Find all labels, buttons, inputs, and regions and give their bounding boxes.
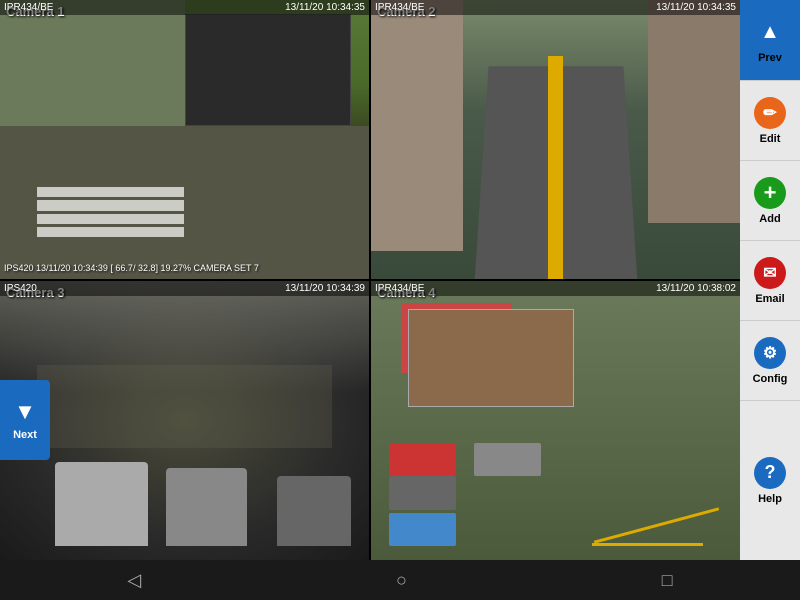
camera-cell-4[interactable]: IPR434/BE 13/11/20 10:38:02 Camera 4 [371,281,740,560]
prev-button[interactable]: ▲ Prev [740,0,800,80]
email-icon: ✉ [754,257,786,289]
help-label: Help [758,493,782,505]
add-label: Add [759,213,780,225]
cam1-header: IPR434/BE 13/11/20 10:34:35 [0,0,369,15]
prev-label: Prev [758,52,782,64]
camera-cell-2[interactable]: IPR434/BE 13/11/20 10:34:35 Camera 2 [371,0,740,279]
cam1-timestamp: 13/11/20 10:34:35 [285,2,365,13]
back-button[interactable]: ◁ [107,566,161,595]
cam2-timestamp: 13/11/20 10:34:35 [656,2,736,13]
email-button[interactable]: ✉ Email [740,240,800,320]
help-button[interactable]: ? Help [740,400,800,560]
config-label: Config [753,373,788,385]
cam3-timestamp: 13/11/20 10:34:39 [285,283,365,294]
home-button[interactable]: ○ [376,566,427,595]
next-button[interactable]: ▼ Next [0,380,50,460]
android-nav-bar: ◁ ○ □ [0,560,800,600]
edit-icon: ✏ [754,97,786,129]
cam4-timestamp: 13/11/20 10:38:02 [656,283,736,294]
camera-cell-3[interactable]: IPS420 13/11/20 10:34:39 Camera 3 [0,281,369,560]
camera-grid: IPR434/BE 13/11/20 10:34:35 Camera 1 IPS… [0,0,740,560]
main-container: IPR434/BE 13/11/20 10:34:35 Camera 1 IPS… [0,0,800,560]
next-label: Next [13,429,37,441]
config-button[interactable]: ⚙ Config [740,320,800,400]
cam4-device: IPR434/BE [375,283,424,294]
recents-button[interactable]: □ [642,566,693,595]
cam2-device: IPR434/BE [375,2,424,13]
cam2-header: IPR434/BE 13/11/20 10:34:35 [371,0,740,15]
help-icon: ? [754,457,786,489]
camera-cell-1[interactable]: IPR434/BE 13/11/20 10:34:35 Camera 1 IPS… [0,0,369,279]
next-arrow-icon: ▼ [14,399,36,425]
cam1-info: IPS420 13/11/20 10:34:39 [ 66.7/ 32.8] 1… [4,262,259,275]
cam3-header: IPS420 13/11/20 10:34:39 [0,281,369,296]
right-sidebar: ▲ Prev ✏ Edit + Add ✉ Email ⚙ Config ? H… [740,0,800,560]
cam1-device: IPR434/BE [4,2,53,13]
prev-icon: ▲ [754,16,786,48]
edit-button[interactable]: ✏ Edit [740,80,800,160]
config-icon: ⚙ [754,337,786,369]
cam3-device: IPS420 [4,283,37,294]
email-label: Email [755,293,784,305]
cam4-header: IPR434/BE 13/11/20 10:38:02 [371,281,740,296]
add-icon: + [754,177,786,209]
add-button[interactable]: + Add [740,160,800,240]
edit-label: Edit [760,133,781,145]
